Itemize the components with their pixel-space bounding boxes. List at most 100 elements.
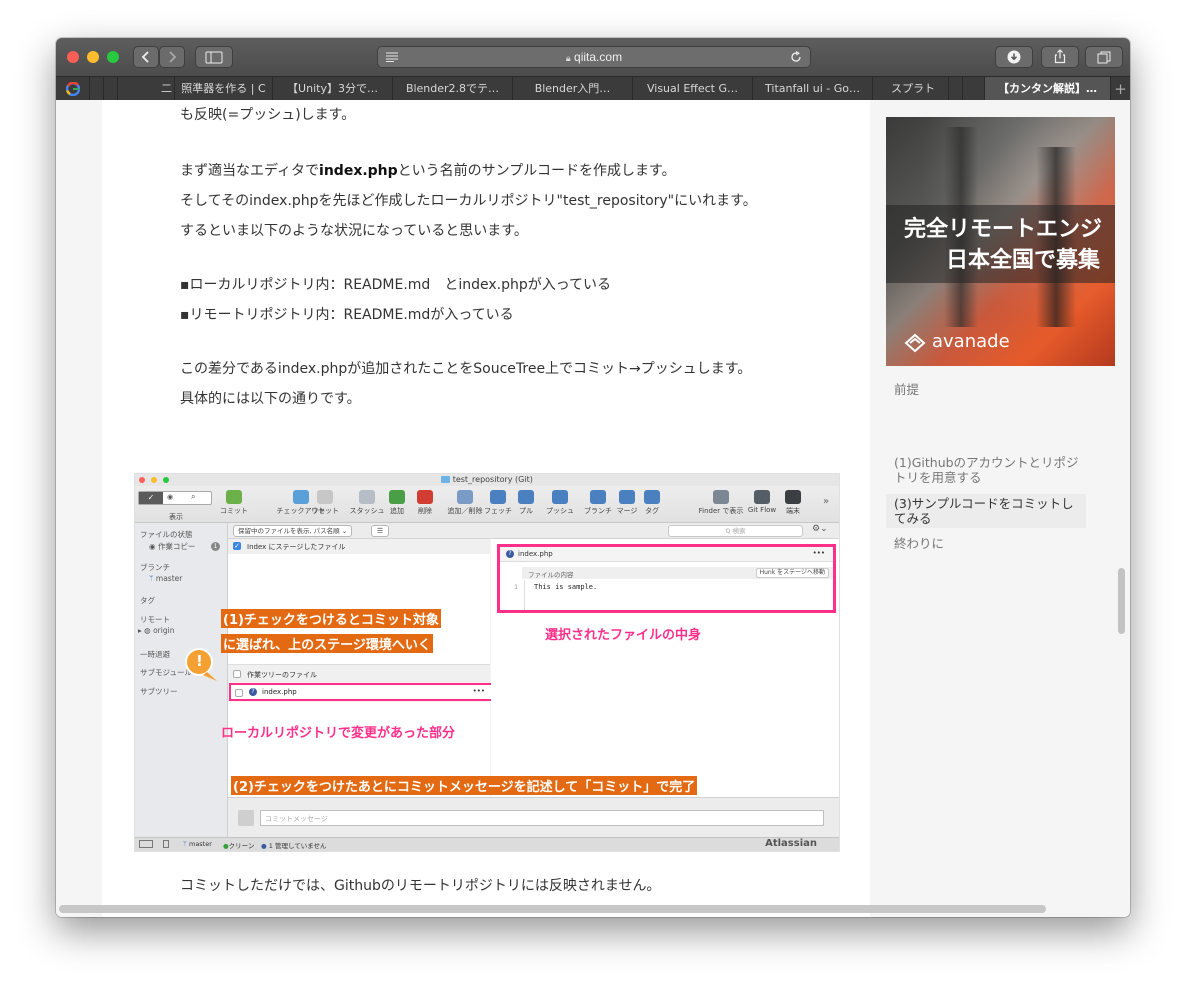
tab-pinned[interactable] <box>89 77 103 101</box>
article-text: まず適当なエディタでindex.phpという名前のサンプルコードを作成します。 <box>180 163 676 179</box>
titlebar: 🔒︎ qiita.com <box>56 38 1130 76</box>
tab-6[interactable]: Visual Effect G… <box>632 77 752 101</box>
file-header: ? index.php ••• <box>500 547 833 562</box>
tab-active[interactable]: 【カンタン解説】… <box>984 77 1110 101</box>
toolbar-button-11[interactable]: ブランチ <box>582 490 614 516</box>
toolbar-icon <box>490 490 506 504</box>
tab-5[interactable]: Blender入門… <box>512 77 632 101</box>
toolbar-button-16[interactable]: 端末 <box>781 490 805 516</box>
downloads-button[interactable] <box>995 46 1033 68</box>
tab-overview-button[interactable] <box>1085 46 1123 68</box>
toolbar-icon <box>644 490 660 504</box>
toolbar-button-13[interactable]: タグ <box>641 490 663 516</box>
sourcetree-screenshot: test_repository (Git) ✓ ◉ ⌕ 表示 コミット チェックアウ… <box>134 473 840 852</box>
toolbar-button-6[interactable]: 削除 <box>413 490 437 516</box>
hunk-stage-button[interactable]: Hunk をステージへ移動 <box>755 568 829 578</box>
tab-google[interactable] <box>56 77 89 101</box>
address-bar[interactable]: 🔒︎ qiita.com <box>377 46 811 68</box>
toc-item-active[interactable]: (3)サンプルコードをコミットしてみる <box>886 494 1086 528</box>
tab-pinned[interactable] <box>103 77 117 101</box>
commit-message-input[interactable]: コミットメッセージ <box>260 810 824 826</box>
toolbar-label: フェッチ <box>484 507 512 515</box>
horizontal-scrollbar[interactable] <box>59 905 1046 913</box>
tab-1[interactable]: 二 <box>117 77 174 101</box>
vertical-scrollbar[interactable] <box>1118 568 1125 634</box>
settings-gear-icon[interactable]: ⚙⌄ <box>812 524 828 534</box>
toolbar-icon <box>590 490 606 504</box>
toc-item[interactable]: 前提 <box>894 382 919 397</box>
sourcetree-titlebar: test_repository (Git) <box>135 474 839 486</box>
tab-3[interactable]: 【Unity】3分で… <box>272 77 392 101</box>
toolbar-label: Finder で表示 <box>698 507 744 515</box>
tab-2[interactable]: 照準器を作る | C <box>174 77 272 101</box>
sidebar-stashes[interactable]: 一時退避 <box>140 649 170 660</box>
toolbar-button-3[interactable]: リセット <box>310 490 340 516</box>
toolbar-button-4[interactable]: スタッシュ <box>348 490 386 516</box>
sidebar-tags[interactable]: タグ <box>140 595 155 606</box>
question-circle-icon: ● <box>261 842 267 850</box>
more-icon[interactable]: ••• <box>813 549 825 557</box>
toolbar-button-10[interactable]: プッシュ <box>544 490 576 516</box>
toc-item[interactable]: (1)Githubのアカウントとリポジトリを用意する <box>894 455 1080 485</box>
tab-pinned[interactable] <box>948 77 962 101</box>
back-button[interactable] <box>133 46 159 68</box>
toolbar-icon <box>754 490 770 504</box>
ad-banner[interactable]: 完全リモートエンジ 日本全国で募集 avanade <box>886 117 1115 366</box>
toolbar-button-1[interactable]: コミット <box>219 490 249 516</box>
tab-bar: 二 照準器を作る | C 【Unity】3分で… Blender2.8でテ… B… <box>56 76 1130 101</box>
status-branch: ᛘ master <box>183 840 212 848</box>
pane-icon[interactable] <box>163 840 169 848</box>
tab-7[interactable]: Titanfall ui - Go… <box>752 77 872 101</box>
article-text: そしてそのindex.phpを先ほど作成したローカルリポジトリ"test_rep… <box>180 193 757 209</box>
chevron-down-icon: ⌄ <box>341 527 348 535</box>
tab-pinned[interactable] <box>962 77 984 101</box>
line-number: 1 <box>514 583 518 591</box>
badge: 1 <box>211 542 220 551</box>
share-button[interactable] <box>1041 46 1079 68</box>
reload-icon[interactable] <box>790 51 802 63</box>
toolbar-button-12[interactable]: マージ <box>614 490 640 516</box>
unstaged-checkbox[interactable] <box>233 670 241 678</box>
warning-callout: ! <box>183 646 219 682</box>
unstaged-file-row[interactable]: ? index.php ••• <box>229 683 493 701</box>
new-tab-button[interactable]: + <box>1110 77 1130 101</box>
view-segment[interactable]: ✓ ◉ ⌕ <box>138 491 212 505</box>
ad-brand: avanade <box>932 331 1010 352</box>
sidebar-subtrees[interactable]: サブツリー <box>140 686 178 697</box>
more-toolbar-icon[interactable]: » <box>823 496 829 507</box>
toolbar-button-15[interactable]: Git Flow <box>745 490 779 514</box>
file-checkbox[interactable] <box>235 689 243 697</box>
sidebar-remote-origin[interactable]: ▸ ◍ origin <box>138 626 174 635</box>
disclosure-icon: ▸ <box>138 626 142 635</box>
toolbar-button-5[interactable]: 追加 <box>385 490 409 516</box>
staged-label: Index にステージしたファイル <box>247 543 346 551</box>
toolbar-button-8[interactable]: フェッチ <box>484 490 512 516</box>
minimize-window-button[interactable] <box>87 51 99 63</box>
zoom-window-button[interactable] <box>107 51 119 63</box>
more-icon[interactable]: ••• <box>473 687 485 695</box>
search-input[interactable]: Q 検索 <box>668 525 803 537</box>
file-preview-highlight: ? index.php ••• ファイルの内容 Hunk をステージへ移動 1 … <box>497 544 836 613</box>
toolbar-button-7[interactable]: 追加／削除 <box>446 490 484 516</box>
filter-select[interactable]: 保留中のファイルを表示, パス名順 ⌄ <box>233 525 353 537</box>
staged-checkbox[interactable]: ✓ <box>233 542 241 550</box>
tab-4[interactable]: Blender2.8でテ… <box>392 77 512 101</box>
sidebar-icon <box>205 51 223 64</box>
toolbar-button-14[interactable]: Finder で表示 <box>696 490 746 516</box>
sidebar-working-copy[interactable]: ◉ 作業コピー <box>149 541 195 552</box>
ad-headline-2: 日本全国で募集 <box>946 248 1101 273</box>
sidebar-toggle-icon[interactable] <box>139 840 153 848</box>
sidebar-branches[interactable]: ブランチ <box>140 562 170 573</box>
staged-header: ✓ Index にステージしたファイル <box>228 539 490 554</box>
content-header: ファイルの内容 Hunk をステージへ移動 <box>522 567 833 579</box>
sidebar-remotes[interactable]: リモート <box>140 614 170 625</box>
toc-item[interactable]: 終わりに <box>894 536 944 551</box>
close-window-button[interactable] <box>67 51 79 63</box>
toolbar-button-9[interactable]: プル <box>515 490 537 516</box>
sidebar-file-status[interactable]: ファイルの状態 <box>140 529 193 540</box>
tab-8[interactable]: スプラト <box>872 77 948 101</box>
sidebar-toggle-button[interactable] <box>195 46 233 68</box>
list-view-button[interactable]: ☰ <box>371 525 389 537</box>
forward-button[interactable] <box>159 46 185 68</box>
sidebar-branch-master[interactable]: ᛘ master <box>149 574 182 583</box>
